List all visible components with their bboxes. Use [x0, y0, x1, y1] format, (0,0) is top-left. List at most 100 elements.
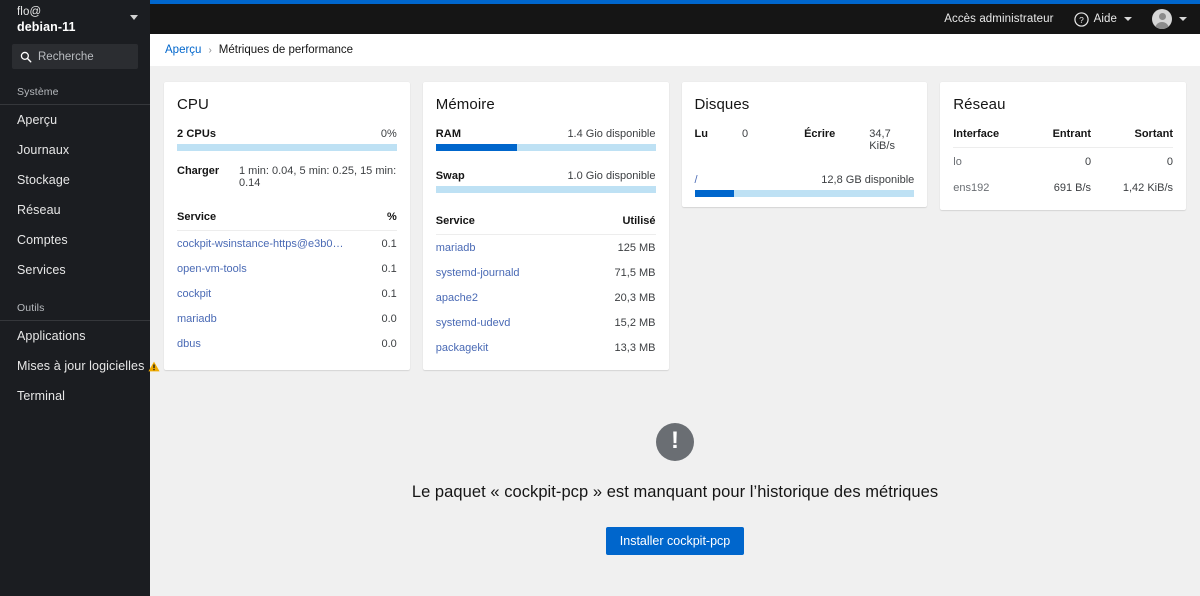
service-link[interactable]: apache2: [436, 292, 584, 304]
table-row: cockpit 0.1: [177, 281, 397, 306]
service-name-cell: mariadb: [177, 306, 379, 331]
host-switcher-labels: flo@ debian-11: [17, 4, 76, 34]
user-menu[interactable]: [1152, 9, 1187, 29]
warning-triangle-icon: [148, 361, 161, 371]
table-row: packagekit 13,3 MB: [436, 335, 656, 360]
service-link[interactable]: mariadb: [436, 242, 584, 254]
table-row: systemd-journald 71,5 MB: [436, 260, 656, 285]
question-circle-icon: ?: [1073, 11, 1089, 27]
filesystem-mount-link[interactable]: /: [695, 174, 698, 186]
memory-service-table: Service Utilisé mariadb 125 MB systemd-jou…: [435, 215, 656, 361]
disk-read-label: Lu: [694, 128, 708, 140]
network-table-body: lo 0 0 ens192 691 B/s 1,42 KiB/s: [953, 148, 1173, 201]
sidebar-item-services[interactable]: Services: [0, 255, 150, 285]
service-link[interactable]: systemd-udevd: [436, 317, 584, 329]
memory-col-service: Service: [435, 215, 584, 235]
breadcrumb-separator-icon: ›: [208, 44, 212, 56]
service-link[interactable]: systemd-journald: [436, 267, 584, 279]
sidebar-item-comptes[interactable]: Comptes: [0, 225, 150, 255]
search-icon: [20, 51, 32, 62]
ram-available-value: 1.4 Gio disponible: [567, 128, 656, 140]
sidebar-item-mises-a-jour-logicielles[interactable]: Mises à jour logicielles: [0, 351, 161, 381]
service-value-cell: 0.1: [381, 263, 397, 275]
service-value-cell: 0.0: [381, 313, 397, 325]
service-value-cell: 71,5 MB: [614, 267, 656, 279]
sidebar-item-terminal[interactable]: Terminal: [0, 381, 150, 411]
memory-table-body: mariadb 125 MB systemd-journald 71,5 MB apac…: [436, 235, 656, 361]
filesystem-available-value: 12,8 GB disponible: [821, 174, 915, 186]
breadcrumb-current: Métriques de performance: [218, 44, 354, 56]
install-cockpit-pcp-button[interactable]: Installer cockpit-pcp: [605, 527, 745, 555]
service-name-cell: cockpit: [177, 281, 379, 306]
service-value-cell: 0.1: [381, 288, 397, 300]
cpu-usage-bar: [177, 144, 397, 151]
network-card: Réseau Interface Entrant Sortant lo 0 0 ens…: [940, 82, 1186, 210]
service-value-cell: 20,3 MB: [614, 292, 656, 304]
cockpit-window: flo@ debian-11 Recherche Système Aperçu …: [0, 0, 1200, 596]
service-link[interactable]: cockpit-wsinstance-https@e3b0c44298f…: [177, 238, 347, 250]
cpu-col-percent: %: [378, 211, 397, 231]
chevron-down-icon: [1179, 17, 1187, 21]
main-content: CPU 2 CPUs 0% Charger 1 min: 0.04, 5 min…: [150, 66, 1200, 596]
swap-usage-bar: [435, 186, 656, 193]
service-name-cell: packagekit: [436, 335, 584, 360]
help-menu[interactable]: ? Aide: [1073, 11, 1132, 27]
sidebar-item-reseau[interactable]: Réseau: [0, 195, 150, 225]
exclamation-circle-icon: !: [656, 423, 694, 461]
network-interface-cell: lo: [953, 156, 962, 168]
cpu-card-title: CPU: [177, 96, 209, 113]
sidebar-item-label: Services: [17, 263, 66, 277]
nav-group-label-systeme: Système: [17, 86, 59, 98]
sidebar-item-label: Réseau: [17, 203, 61, 217]
admin-access-button[interactable]: Accès administrateur: [939, 13, 1053, 25]
sidebar-item-stockage[interactable]: Stockage: [0, 165, 150, 195]
disk-io-stats: Lu 0 Écrire 34,7 KiB/s: [695, 128, 915, 152]
cpu-load-label: Charger: [177, 165, 220, 177]
disk-read-stat: Lu 0: [695, 128, 749, 152]
top-header: Accès administrateur ? Aide: [150, 0, 1200, 34]
filesystem-head: / 12,8 GB disponible: [695, 174, 915, 186]
sidebar-item-label: Terminal: [17, 389, 66, 403]
sidebar-item-apercu[interactable]: Aperçu: [0, 105, 150, 135]
sidebar-item-label: Stockage: [17, 173, 70, 187]
memory-card: Mémoire RAM 1.4 Gio disponible Swap 1.0 …: [422, 82, 669, 370]
service-value-cell: 15,2 MB: [614, 317, 656, 329]
memory-col-used: Utilisé: [583, 215, 656, 235]
service-name-cell: mariadb: [436, 235, 584, 261]
avatar-icon: [1152, 9, 1172, 29]
admin-access-label: Accès administrateur: [944, 13, 1054, 25]
ram-usage-bar-fill: [435, 144, 518, 151]
svg-text:?: ?: [1079, 14, 1084, 24]
sidebar-item-label: Applications: [17, 329, 86, 343]
network-table: Interface Entrant Sortant lo 0 0 ens192 691 …: [953, 128, 1173, 200]
sidebar-item-label: Mises à jour logicielles: [17, 359, 145, 373]
table-row: open-vm-tools 0.1: [177, 256, 397, 281]
service-link[interactable]: dbus: [177, 338, 347, 350]
service-name-cell: cockpit-wsinstance-https@e3b0c44298f…: [177, 231, 379, 257]
sidebar-item-label: Aperçu: [17, 113, 58, 127]
service-link[interactable]: cockpit: [177, 288, 347, 300]
service-value-cell: 0.1: [381, 238, 397, 250]
sidebar-item-applications[interactable]: Applications: [0, 321, 150, 351]
sidebar: flo@ debian-11 Recherche Système Aperçu …: [0, 0, 161, 596]
cpu-load-row: Charger 1 min: 0.04, 5 min: 0.25, 15 min…: [177, 165, 397, 189]
search-input[interactable]: Recherche: [12, 44, 138, 69]
network-out-cell: 1,42 KiB/s: [1122, 182, 1173, 194]
nav-group-label-outils: Outils: [17, 302, 45, 314]
sidebar-user: flo@: [17, 6, 42, 18]
service-name-cell: dbus: [177, 331, 379, 356]
service-name-cell: systemd-journald: [436, 260, 584, 285]
service-link[interactable]: packagekit: [436, 342, 584, 354]
sidebar-item-journaux[interactable]: Journaux: [0, 135, 150, 165]
search-container: Recherche: [0, 38, 150, 79]
disk-read-value: 0: [741, 128, 749, 140]
service-link[interactable]: mariadb: [177, 313, 347, 325]
ram-usage-bar: [435, 144, 656, 151]
service-link[interactable]: open-vm-tools: [177, 263, 347, 275]
service-name-cell: open-vm-tools: [177, 256, 379, 281]
host-switcher[interactable]: flo@ debian-11: [0, 0, 150, 38]
cpu-col-service: Service: [177, 211, 379, 231]
network-col-interface: Interface: [953, 128, 1029, 148]
breadcrumb-parent-link[interactable]: Aperçu: [165, 44, 201, 56]
memory-card-title: Mémoire: [435, 96, 495, 113]
